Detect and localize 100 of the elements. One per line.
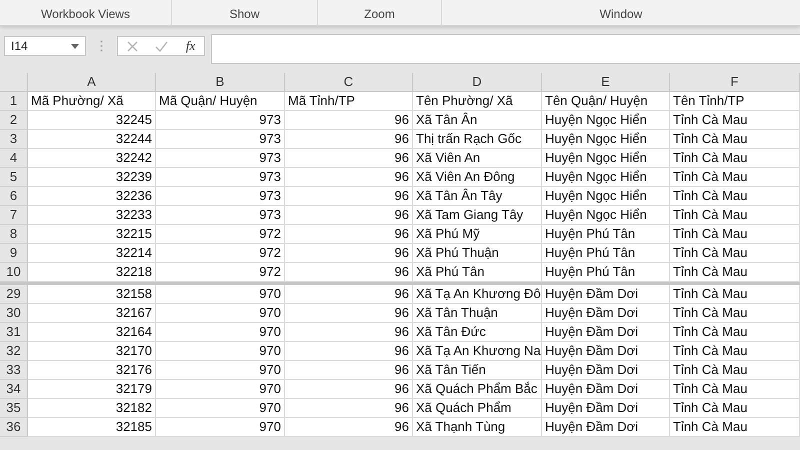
table-cell: 970 <box>156 418 285 437</box>
table-cell: Huyện Đầm Dơi <box>542 304 670 323</box>
table-cell: Huyện Đầm Dơi <box>542 342 670 361</box>
table-cell: Tỉnh Cà Mau <box>670 206 800 225</box>
column-header[interactable]: E <box>542 73 670 92</box>
row-header[interactable]: 29 <box>0 285 28 304</box>
table-cell: Xã Viên An Đông <box>413 168 542 187</box>
table-cell: 972 <box>156 225 285 244</box>
table-cell: Xã Tạ An Khương Na <box>413 342 542 361</box>
table-cell: Tỉnh Cà Mau <box>670 130 800 149</box>
table-cell: 96 <box>285 149 413 168</box>
table-cell: Huyện Đầm Dơi <box>542 399 670 418</box>
table-cell: 96 <box>285 187 413 206</box>
column-header[interactable]: C <box>285 73 413 92</box>
table-cell: 970 <box>156 380 285 399</box>
column-header[interactable]: F <box>670 73 800 92</box>
table-cell: 970 <box>156 361 285 380</box>
row-header[interactable]: 8 <box>0 225 28 244</box>
table-cell: Mã Tỉnh/TP <box>285 92 413 111</box>
select-all-corner[interactable] <box>0 73 28 92</box>
table-cell: 32167 <box>28 304 156 323</box>
table-cell: 96 <box>285 130 413 149</box>
table-cell: Tỉnh Cà Mau <box>670 380 800 399</box>
table-cell: 96 <box>285 225 413 244</box>
row-header[interactable]: 9 <box>0 244 28 263</box>
table-cell: Xã Tân Đức <box>413 323 542 342</box>
column-header[interactable]: B <box>156 73 285 92</box>
table-cell: Mã Quận/ Huyện <box>156 92 285 111</box>
table-cell: Huyện Ngọc Hiển <box>542 187 670 206</box>
formula-input-field[interactable] <box>211 34 800 64</box>
table-cell: Xã Quách Phẩm Bắc <box>413 380 542 399</box>
row-header[interactable]: 32 <box>0 342 28 361</box>
row-header[interactable]: 4 <box>0 149 28 168</box>
table-cell: Huyện Đầm Dơi <box>542 323 670 342</box>
column-header[interactable]: D <box>413 73 542 92</box>
name-box[interactable]: I14 <box>4 36 86 56</box>
table-cell: 970 <box>156 399 285 418</box>
table-cell: 96 <box>285 111 413 130</box>
table-cell: 32239 <box>28 168 156 187</box>
row-header[interactable]: 10 <box>0 263 28 282</box>
row-header[interactable]: 36 <box>0 418 28 437</box>
table-cell: Huyện Ngọc Hiển <box>542 149 670 168</box>
ribbon-group-label: Show <box>229 7 260 21</box>
table-cell: 96 <box>285 304 413 323</box>
table-cell: Huyện Ngọc Hiển <box>542 130 670 149</box>
table-cell: 970 <box>156 304 285 323</box>
table-cell: 96 <box>285 399 413 418</box>
row-header[interactable]: 31 <box>0 323 28 342</box>
column-header[interactable]: A <box>28 73 156 92</box>
table-cell: 973 <box>156 111 285 130</box>
table-cell: Huyện Ngọc Hiển <box>542 111 670 130</box>
table-cell: 972 <box>156 244 285 263</box>
table-cell: 32245 <box>28 111 156 130</box>
table-cell: 32176 <box>28 361 156 380</box>
table-cell: Tỉnh Cà Mau <box>670 304 800 323</box>
table-cell: Thị trấn Rạch Gốc <box>413 130 542 149</box>
table-cell: Tên Quận/ Huyện <box>542 92 670 111</box>
table-cell: Tỉnh Cà Mau <box>670 111 800 130</box>
table-cell: 32236 <box>28 187 156 206</box>
table-cell: Tỉnh Cà Mau <box>670 149 800 168</box>
table-cell: Tỉnh Cà Mau <box>670 361 800 380</box>
row-header[interactable]: 34 <box>0 380 28 399</box>
table-cell: Huyện Đầm Dơi <box>542 380 670 399</box>
split-bar[interactable] <box>0 282 800 285</box>
table-cell: Xã Phú Thuận <box>413 244 542 263</box>
table-cell: 96 <box>285 418 413 437</box>
row-header[interactable]: 7 <box>0 206 28 225</box>
insert-function-button[interactable]: fx <box>186 38 196 54</box>
table-cell: 973 <box>156 130 285 149</box>
table-cell: 96 <box>285 244 413 263</box>
row-header[interactable]: 5 <box>0 168 28 187</box>
table-cell: 973 <box>156 187 285 206</box>
row-header[interactable]: 30 <box>0 304 28 323</box>
table-cell: 973 <box>156 149 285 168</box>
table-cell: 96 <box>285 285 413 304</box>
table-cell: 970 <box>156 285 285 304</box>
table-cell: 32170 <box>28 342 156 361</box>
table-cell: Xã Phú Mỹ <box>413 225 542 244</box>
table-cell: Tên Phường/ Xã <box>413 92 542 111</box>
table-cell: 32185 <box>28 418 156 437</box>
table-cell: 32242 <box>28 149 156 168</box>
drag-handle-icon[interactable] <box>100 40 103 52</box>
table-cell: 973 <box>156 206 285 225</box>
row-header[interactable]: 3 <box>0 130 28 149</box>
table-cell: 970 <box>156 342 285 361</box>
row-header[interactable]: 33 <box>0 361 28 380</box>
row-header[interactable]: 6 <box>0 187 28 206</box>
row-header[interactable]: 2 <box>0 111 28 130</box>
row-header[interactable]: 35 <box>0 399 28 418</box>
table-cell: 96 <box>285 206 413 225</box>
ribbon-group-label: Window <box>600 7 642 21</box>
table-cell: Huyện Ngọc Hiển <box>542 206 670 225</box>
table-cell: Huyện Đầm Dơi <box>542 361 670 380</box>
table-cell: Huyện Phú Tân <box>542 244 670 263</box>
table-cell: Tỉnh Cà Mau <box>670 168 800 187</box>
row-header[interactable]: 1 <box>0 92 28 111</box>
table-cell: Tỉnh Cà Mau <box>670 418 800 437</box>
table-cell: 32214 <box>28 244 156 263</box>
table-cell: Tỉnh Cà Mau <box>670 323 800 342</box>
table-cell: Tỉnh Cà Mau <box>670 285 800 304</box>
